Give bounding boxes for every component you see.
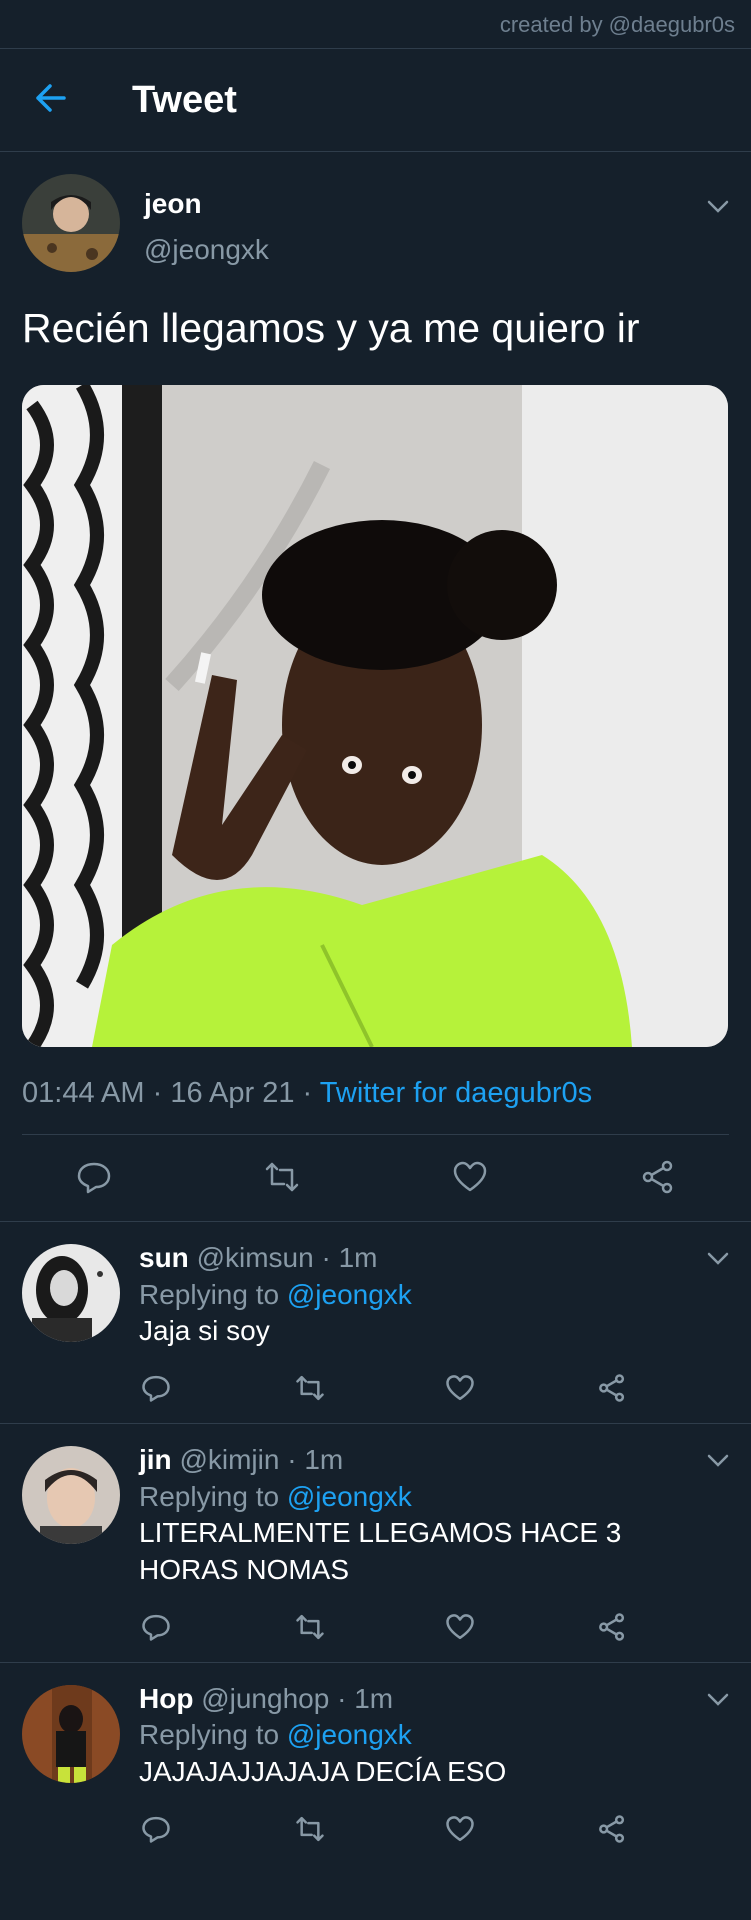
reply-author-handle[interactable]: @kimjin (179, 1444, 279, 1475)
like-icon[interactable] (445, 1612, 475, 1642)
retweet-icon[interactable] (295, 1612, 325, 1642)
replying-to-link[interactable]: @jeongxk (287, 1481, 412, 1512)
credit-text: created by @daegubr0s (499, 12, 735, 37)
tweet-time: 01:44 AM (22, 1077, 145, 1110)
author-handle[interactable]: @jeongxk (144, 234, 269, 266)
chevron-down-icon[interactable] (707, 200, 729, 214)
reply-body: Hop @junghop · 1m Replying to @jeongxk J… (139, 1663, 751, 1790)
reply-author-name[interactable]: Hop (139, 1683, 193, 1714)
replying-to-label: Replying to (139, 1719, 280, 1751)
reply-text: Jaja si soy (139, 1314, 270, 1346)
replying-to-link[interactable]: @jeongxk (287, 1279, 412, 1310)
reply-icon[interactable] (141, 1814, 171, 1844)
tweet-meta: 01:44 AM · 16 Apr 21 · Twitter for daegu… (22, 1077, 729, 1110)
like-icon[interactable] (452, 1159, 488, 1195)
meta-separator: · (302, 1077, 313, 1110)
avatar[interactable] (22, 1684, 120, 1783)
tweet-author: jeon @jeongxk (22, 152, 729, 272)
avatar[interactable] (22, 1446, 120, 1545)
tweet-date: 16 Apr 21 (170, 1077, 295, 1110)
reply-tweet[interactable]: jin @kimjin · 1m Replying to @jeongxk LI… (0, 1423, 751, 1662)
like-icon[interactable] (445, 1373, 475, 1403)
retweet-icon[interactable] (295, 1373, 325, 1403)
reply-time: 1m (354, 1682, 394, 1714)
top-header: Tweet (0, 49, 751, 152)
meta-separator: · (337, 1682, 347, 1714)
tweet-source-link[interactable]: Twitter for daegubr0s (320, 1077, 592, 1109)
back-arrow-icon[interactable] (34, 81, 68, 115)
reply-time: 1m (338, 1242, 378, 1274)
share-icon[interactable] (597, 1373, 627, 1403)
reply-actions (139, 1790, 751, 1864)
avatar[interactable] (22, 1244, 120, 1343)
reply-text: LITERALMENTE LLEGAMOS HACE 3 HORAS NOMAS (139, 1517, 622, 1585)
reply-icon[interactable] (141, 1612, 171, 1642)
like-icon[interactable] (445, 1814, 475, 1844)
reply-icon[interactable] (76, 1159, 112, 1195)
tweet-media-image[interactable] (22, 385, 728, 1048)
reply-author-handle[interactable]: @kimsun (197, 1242, 314, 1273)
replying-to-label: Replying to (139, 1480, 280, 1512)
chevron-down-icon[interactable] (707, 1693, 729, 1707)
reply-tweet[interactable]: Hop @junghop · 1m Replying to @jeongxk J… (0, 1661, 751, 1864)
reply-tweet[interactable]: sun @kimsun · 1m Replying to @jeongxk Ja… (0, 1221, 751, 1423)
reply-text: JAJAJAJJAJAJA DECÍA ESO (139, 1755, 507, 1787)
share-icon[interactable] (597, 1814, 627, 1844)
reply-author-handle[interactable]: @junghop (201, 1683, 329, 1714)
retweet-icon[interactable] (264, 1159, 300, 1195)
meta-separator: · (152, 1077, 163, 1110)
replying-to-label: Replying to (139, 1278, 280, 1310)
chevron-down-icon[interactable] (707, 1454, 729, 1468)
reply-author-name[interactable]: sun (139, 1242, 189, 1273)
reply-author-name[interactable]: jin (139, 1444, 172, 1475)
reply-body: jin @kimjin · 1m Replying to @jeongxk LI… (139, 1424, 751, 1588)
reply-actions (139, 1588, 751, 1662)
tweet-actions (22, 1134, 729, 1221)
retweet-icon[interactable] (295, 1814, 325, 1844)
reply-body: sun @kimsun · 1m Replying to @jeongxk Ja… (139, 1222, 751, 1349)
share-icon[interactable] (597, 1612, 627, 1642)
share-icon[interactable] (640, 1159, 676, 1195)
page-title: Tweet (132, 79, 237, 121)
credit-bar: created by @daegubr0s (0, 0, 751, 49)
reply-time: 1m (304, 1444, 344, 1476)
meta-separator: · (321, 1242, 331, 1274)
main-tweet: jeon @jeongxk Recién llegamos y ya me qu… (0, 152, 751, 1221)
avatar[interactable] (22, 174, 120, 272)
chevron-down-icon[interactable] (707, 1252, 729, 1266)
replying-to-link[interactable]: @jeongxk (287, 1719, 412, 1750)
reply-icon[interactable] (141, 1373, 171, 1403)
reply-actions (139, 1349, 751, 1423)
meta-separator: · (287, 1444, 297, 1476)
tweet-text: Recién llegamos y ya me quiero ir (22, 305, 640, 351)
author-name[interactable]: jeon (144, 188, 202, 220)
